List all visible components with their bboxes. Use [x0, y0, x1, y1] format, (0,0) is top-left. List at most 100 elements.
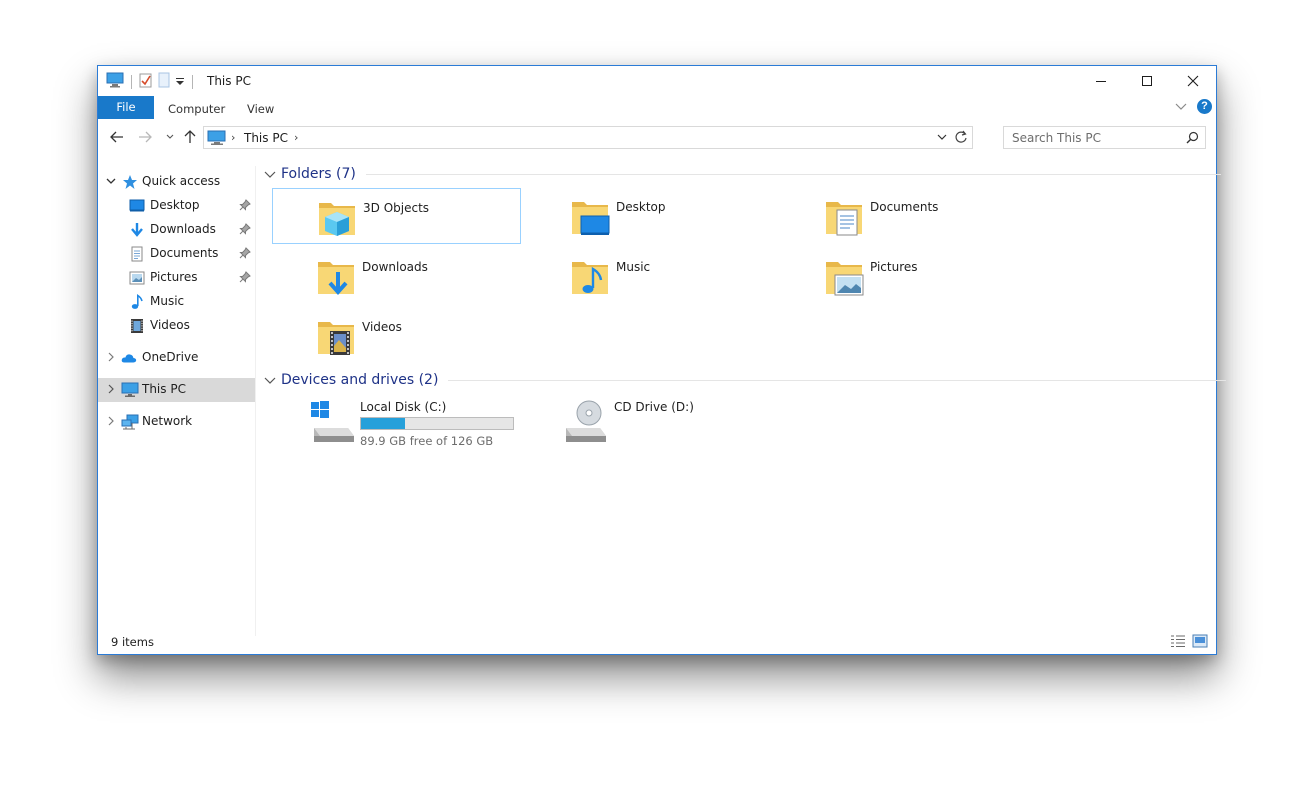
breadcrumb-separator-icon[interactable]: › — [294, 131, 298, 144]
folder-label: Videos — [362, 320, 402, 334]
drive-tile-cd-drive[interactable]: CD Drive (D:) — [562, 398, 802, 454]
breadcrumb-separator-icon[interactable]: › — [231, 131, 235, 144]
folder-tile-pictures[interactable]: Pictures — [780, 248, 1029, 304]
sidebar-item-label: Documents — [150, 246, 219, 260]
maximize-button[interactable] — [1124, 66, 1170, 95]
sidebar-item-desktop[interactable]: Desktop — [98, 194, 255, 218]
folder-tile-downloads[interactable]: Downloads — [272, 248, 521, 304]
refresh-icon — [955, 130, 967, 143]
folder-tile-documents[interactable]: Documents — [780, 188, 1029, 244]
sidebar-item-downloads[interactable]: Downloads — [98, 218, 255, 242]
network-icon — [121, 414, 139, 430]
address-history-button[interactable] — [937, 131, 947, 146]
sidebar-item-label: Desktop — [150, 198, 200, 212]
pin-icon[interactable] — [239, 271, 251, 283]
computer-icon — [121, 382, 139, 397]
folder-label: Downloads — [362, 260, 428, 274]
sidebar-item-label: Quick access — [142, 174, 221, 188]
desktop-folder-icon — [572, 202, 610, 235]
sidebar-item-onedrive[interactable]: OneDrive — [98, 346, 255, 370]
sidebar-item-documents[interactable]: Documents — [98, 242, 255, 266]
music-folder-icon — [572, 262, 608, 294]
sidebar-item-label: Downloads — [150, 222, 216, 236]
back-button[interactable] — [108, 128, 126, 146]
sidebar-item-label: Pictures — [150, 270, 198, 284]
downloads-folder-icon — [318, 262, 354, 296]
computer-icon[interactable] — [106, 72, 124, 91]
chevron-down-icon[interactable] — [106, 176, 116, 186]
up-button[interactable] — [181, 128, 199, 146]
cd-drive-icon — [566, 400, 606, 442]
folder-label: Music — [616, 260, 651, 274]
quick-access-toolbar — [106, 72, 196, 91]
chevron-right-icon[interactable] — [106, 352, 116, 362]
folder-label: 3D Objects — [363, 201, 430, 215]
tab-computer[interactable]: Computer — [168, 98, 225, 120]
pin-icon[interactable] — [239, 223, 251, 235]
chevron-down-icon — [264, 377, 276, 384]
search-icon[interactable] — [1186, 131, 1199, 147]
back-arrow-icon — [110, 131, 123, 143]
drive-free-space: 89.9 GB free of 126 GB — [360, 434, 494, 448]
item-count: 9 items — [111, 635, 154, 649]
folder-tile-3d-objects[interactable]: 3D Objects — [272, 188, 521, 244]
pin-icon[interactable] — [239, 199, 251, 211]
up-arrow-icon — [184, 130, 196, 143]
search-input[interactable] — [1012, 128, 1182, 148]
videos-folder-icon — [318, 322, 354, 355]
expand-ribbon-button[interactable] — [1175, 100, 1187, 114]
breadcrumb-this-pc[interactable]: This PC — [244, 131, 288, 145]
folder-tile-music[interactable]: Music — [526, 248, 775, 304]
group-divider — [365, 173, 1221, 175]
film-icon — [131, 319, 143, 333]
view-switcher — [1170, 634, 1208, 651]
drives-group-header[interactable]: Devices and drives (2) — [264, 370, 1227, 390]
customize-dropdown-icon[interactable] — [175, 75, 185, 89]
new-folder-icon[interactable] — [157, 72, 171, 91]
folder-tile-videos[interactable]: Videos — [272, 308, 521, 364]
details-view-button[interactable] — [1170, 634, 1186, 651]
drive-label: CD Drive (D:) — [614, 400, 694, 414]
chevron-right-icon[interactable] — [106, 384, 116, 394]
large-icons-view-button[interactable] — [1192, 634, 1208, 651]
sidebar-item-pictures[interactable]: Pictures — [98, 266, 255, 290]
search-box — [1003, 126, 1206, 149]
sidebar-item-this-pc[interactable]: This PC — [98, 378, 255, 402]
sidebar-item-network[interactable]: Network — [98, 410, 255, 434]
drive-tile-local-disk[interactable]: Local Disk (C:) 89.9 GB free of 126 GB — [308, 398, 548, 454]
sidebar-item-music[interactable]: Music — [98, 290, 255, 314]
navigation-pane: Quick access Desktop Downloads Documents… — [98, 166, 256, 636]
large-icons-view-icon — [1192, 634, 1208, 648]
status-bar: 9 items — [98, 630, 1216, 654]
refresh-button[interactable] — [954, 130, 968, 147]
desktop-icon — [129, 199, 145, 212]
sidebar-item-label: This PC — [142, 382, 186, 396]
star-icon — [123, 175, 137, 189]
pictures-folder-icon — [826, 262, 864, 296]
sidebar-item-label: Network — [142, 414, 193, 428]
minimize-button[interactable] — [1078, 66, 1124, 95]
sidebar-item-label: Music — [150, 294, 185, 308]
address-bar[interactable]: › This PC › — [203, 126, 973, 149]
window-title: This PC — [207, 74, 251, 88]
tab-view[interactable]: View — [247, 98, 274, 120]
group-title: Devices and drives (2) — [281, 372, 439, 388]
folder-tile-desktop[interactable]: Desktop — [526, 188, 775, 244]
folders-group-header[interactable]: Folders (7) — [264, 164, 1221, 184]
group-title: Folders (7) — [281, 166, 356, 182]
tab-file[interactable]: File — [98, 96, 154, 119]
recent-locations-button[interactable] — [161, 128, 179, 146]
close-button[interactable] — [1170, 66, 1216, 95]
sidebar-item-videos[interactable]: Videos — [98, 314, 255, 338]
sidebar-item-quick-access[interactable]: Quick access — [98, 170, 255, 194]
forward-button[interactable] — [136, 128, 154, 146]
ribbon-right-controls: ? — [1175, 99, 1212, 114]
group-divider — [448, 379, 1227, 381]
chevron-right-icon[interactable] — [106, 416, 116, 426]
pin-icon[interactable] — [239, 247, 251, 259]
help-button[interactable]: ? — [1197, 99, 1212, 114]
ribbon-tabs: File Computer View ? — [98, 96, 1216, 120]
windows-drive-icon — [311, 401, 354, 442]
properties-icon[interactable] — [139, 72, 153, 91]
3d-objects-folder-icon — [319, 203, 355, 236]
